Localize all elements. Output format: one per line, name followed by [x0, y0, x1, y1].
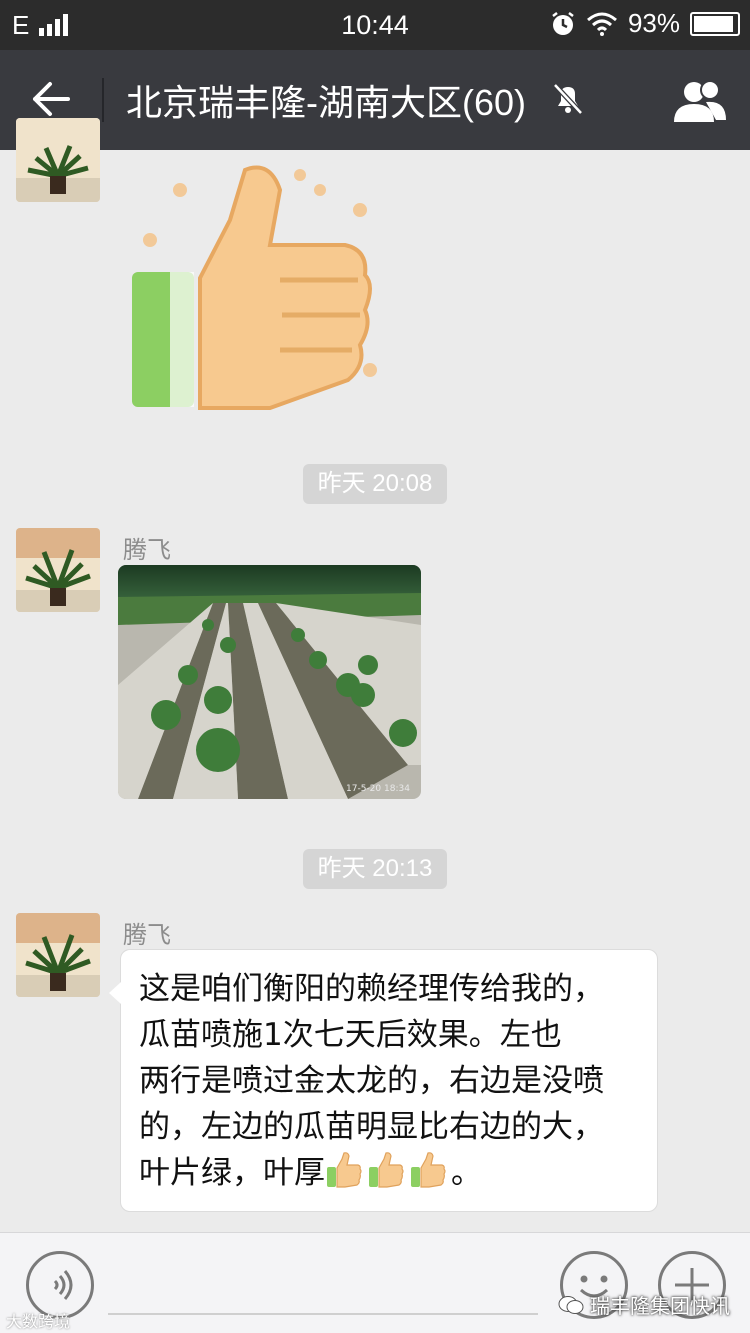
thumbs-up-icon — [369, 1152, 404, 1188]
avatar[interactable] — [16, 913, 100, 997]
sender-name: 腾飞 — [123, 922, 171, 949]
back-arrow-icon[interactable] — [30, 78, 72, 120]
wifi-icon — [586, 12, 617, 36]
message-line: 的，左边的瓜苗明显比右边的大， — [139, 1109, 604, 1145]
message-bubble[interactable]: 这是咱们衡阳的赖经理传给我的， 瓜苗喷施1次七天后效果。左也 两行是喷过金太龙的… — [109, 949, 658, 1212]
photo-date-stamp: 17-5-20 18:34 — [346, 784, 410, 794]
message-input[interactable] — [108, 1313, 538, 1315]
message-text: 这是咱们衡阳的赖经理传给我的， 瓜苗喷施1次七天后效果。左也 两行是喷过金太龙的… — [139, 966, 639, 1196]
sender-name: 腾飞 — [123, 537, 171, 564]
alarm-icon — [552, 11, 574, 35]
message-line: 叶片绿，叶厚 。 — [139, 1150, 639, 1196]
header-divider — [102, 78, 104, 122]
thumbs-up-sticker[interactable] — [120, 150, 390, 425]
avatar[interactable] — [16, 528, 100, 612]
message-line: 这是咱们衡阳的赖经理传给我的， — [139, 971, 604, 1007]
thumbs-up-icon — [411, 1152, 446, 1188]
status-bar: E 10:44 93% — [0, 0, 750, 50]
chat-header: 北京瑞丰隆-湖南大区(60) — [0, 50, 750, 150]
message-line-text: 叶片绿，叶厚 — [139, 1155, 325, 1191]
avatar[interactable] — [16, 118, 100, 202]
mute-bell-icon — [553, 83, 583, 115]
message-line: 瓜苗喷施1次七天后效果。左也 — [139, 1017, 562, 1053]
group-members-icon[interactable] — [672, 78, 728, 124]
thumbs-up-icon — [132, 165, 377, 410]
watermark-right-text: 瑞丰隆集团快讯 — [590, 1296, 730, 1318]
battery-percent: 93% — [627, 8, 680, 38]
wechat-logo-icon — [558, 1295, 584, 1314]
emoji-group — [325, 1152, 451, 1191]
voice-icon — [53, 1270, 73, 1300]
watermark-right: 瑞丰隆集团快讯 — [558, 1290, 730, 1319]
chat-photo[interactable]: 17-5-20 18:34 — [118, 565, 421, 799]
thumbs-up-icon — [327, 1152, 362, 1188]
chat-title: 北京瑞丰隆-湖南大区(60) — [126, 82, 527, 123]
watermark-left: 大数跨境 — [6, 1314, 71, 1331]
battery-icon — [690, 11, 740, 36]
message-line: 两行是喷过金太龙的，右边是没喷 — [139, 1063, 604, 1099]
message-end-punct: 。 — [451, 1155, 482, 1191]
timestamp: 昨天 20:08 — [303, 464, 447, 504]
timestamp: 昨天 20:13 — [303, 849, 447, 889]
